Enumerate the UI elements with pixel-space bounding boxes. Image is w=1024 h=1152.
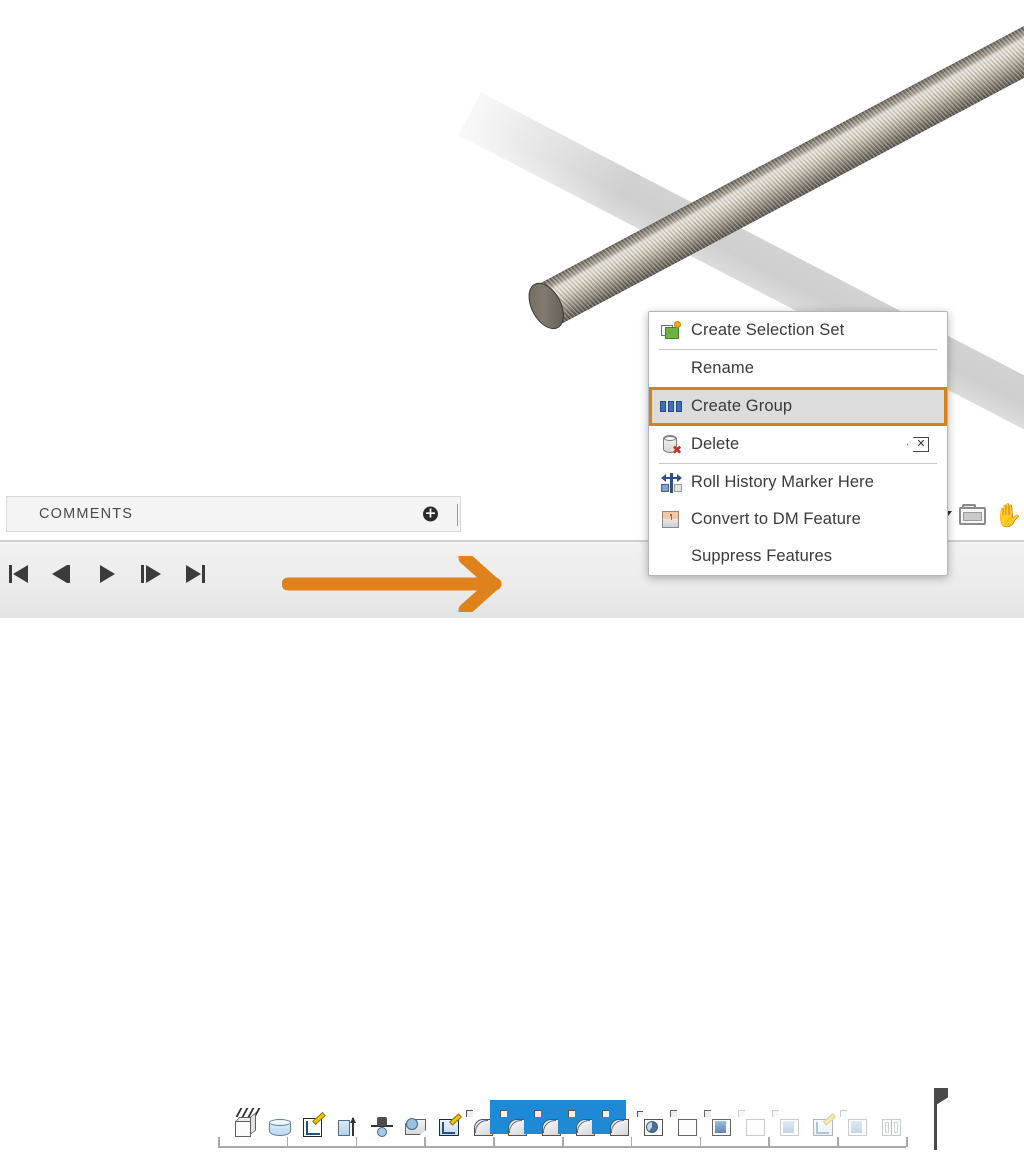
menu-item-delete[interactable]: ✖ Delete ✕: [649, 426, 947, 463]
fillet-feature[interactable]: [456, 1100, 493, 1136]
backspace-key-icon: ✕: [907, 437, 933, 452]
helix-feature-1[interactable]: [490, 1100, 527, 1136]
menu-item-suppress-features[interactable]: Suppress Features: [649, 538, 947, 575]
comments-title: COMMENTS: [39, 506, 134, 522]
history-end-marker[interactable]: [930, 1088, 948, 1150]
menu-item-convert-to-dm-feature[interactable]: Convert to DM Feature: [649, 501, 947, 538]
roll-history-marker-icon: [659, 471, 685, 495]
sketch-2-feature[interactable]: [422, 1100, 463, 1136]
ruler-tick: [493, 1137, 495, 1147]
menu-item-shortcut: ✕: [907, 437, 947, 452]
add-comment-button[interactable]: +: [423, 506, 438, 522]
helix-feature-4[interactable]: [592, 1100, 629, 1136]
ruler-tick: [355, 1137, 358, 1147]
menu-item-label: Delete: [691, 435, 740, 453]
step-backward-button[interactable]: [52, 560, 80, 588]
ruler-tick: [424, 1137, 426, 1147]
menu-item-create-group[interactable]: Create Group: [649, 387, 947, 426]
convert-to-dm-feature-icon: [662, 510, 679, 528]
mirror-feature[interactable]: [864, 1100, 901, 1136]
extrude-feature[interactable]: [320, 1100, 356, 1136]
part-feature-f[interactable]: [830, 1100, 867, 1136]
comments-divider: [457, 504, 458, 526]
create-selection-set-icon: [661, 320, 681, 339]
comments-panel-header[interactable]: COMMENTS +: [6, 496, 461, 532]
roll-history-marker-icon: [661, 472, 682, 493]
menu-item-rename[interactable]: Rename: [649, 350, 947, 387]
convert-to-dm-feature-icon: [659, 508, 685, 532]
part-feature-b[interactable]: [694, 1100, 731, 1136]
sketch-feature[interactable]: [286, 1100, 326, 1137]
play-button[interactable]: [96, 560, 124, 588]
menu-item-label: Suppress Features: [691, 547, 833, 565]
history-playback-controls: [8, 557, 212, 591]
ruler-tick: [218, 1137, 220, 1147]
menu-item-label: Create Group: [691, 397, 793, 415]
ruler-tick: [906, 1137, 908, 1147]
app-root: COMMENTS + ✋ Create Selection Set Rename…: [0, 0, 1024, 1150]
part-feature-c[interactable]: [728, 1100, 765, 1136]
menu-item-label: Create Selection Set: [691, 321, 845, 339]
ruler-tick: [562, 1137, 564, 1147]
menu-item-label: Roll History Marker Here: [691, 473, 875, 491]
part-feature-a[interactable]: [660, 1100, 697, 1136]
sweep-feature[interactable]: [388, 1100, 426, 1135]
menu-item-label: Rename: [691, 359, 754, 377]
display-icon-inner: [963, 512, 982, 521]
context-menu[interactable]: Create Selection Set Rename Create Group ✖ D…: [648, 311, 948, 576]
view-controls-group: ✋: [938, 499, 1023, 531]
revolve-feature[interactable]: [354, 1100, 393, 1137]
helix-feature-3[interactable]: [558, 1100, 595, 1136]
create-selection-set-icon: [659, 319, 685, 343]
delete-icon: ✖: [659, 433, 685, 457]
section-feature[interactable]: [626, 1100, 663, 1136]
menu-item-roll-history-marker-here[interactable]: Roll History Marker Here: [649, 464, 947, 501]
delete-icon: ✖: [663, 434, 682, 456]
display-state-icon[interactable]: [959, 504, 987, 526]
create-group-icon: [660, 400, 682, 412]
ruler-tick: [630, 1137, 633, 1147]
menu-item-create-selection-set[interactable]: Create Selection Set: [649, 312, 947, 349]
ruler-tick: [699, 1137, 702, 1147]
ruler-tick: [286, 1137, 289, 1147]
feature-icon-row: [218, 1098, 901, 1137]
ruler-tick: [837, 1137, 839, 1147]
pan-hand-icon[interactable]: ✋: [994, 503, 1023, 527]
step-forward-button[interactable]: [140, 560, 168, 588]
create-group-icon: [659, 395, 685, 419]
origin-cube-feature[interactable]: [218, 1100, 261, 1137]
part-feature-d[interactable]: [762, 1100, 799, 1136]
helix-feature-2[interactable]: [524, 1100, 561, 1136]
cylinder-feature[interactable]: [252, 1100, 291, 1136]
timeline-ruler: [218, 1136, 908, 1148]
skip-to-start-button[interactable]: [8, 560, 36, 588]
ruler-tick: [768, 1137, 770, 1147]
sketch-feature-e[interactable]: [796, 1100, 837, 1136]
menu-item-label: Convert to DM Feature: [691, 510, 861, 528]
feature-timeline[interactable]: [218, 1090, 948, 1152]
skip-to-end-button[interactable]: [184, 560, 212, 588]
end-marker-flag: [936, 1088, 948, 1105]
